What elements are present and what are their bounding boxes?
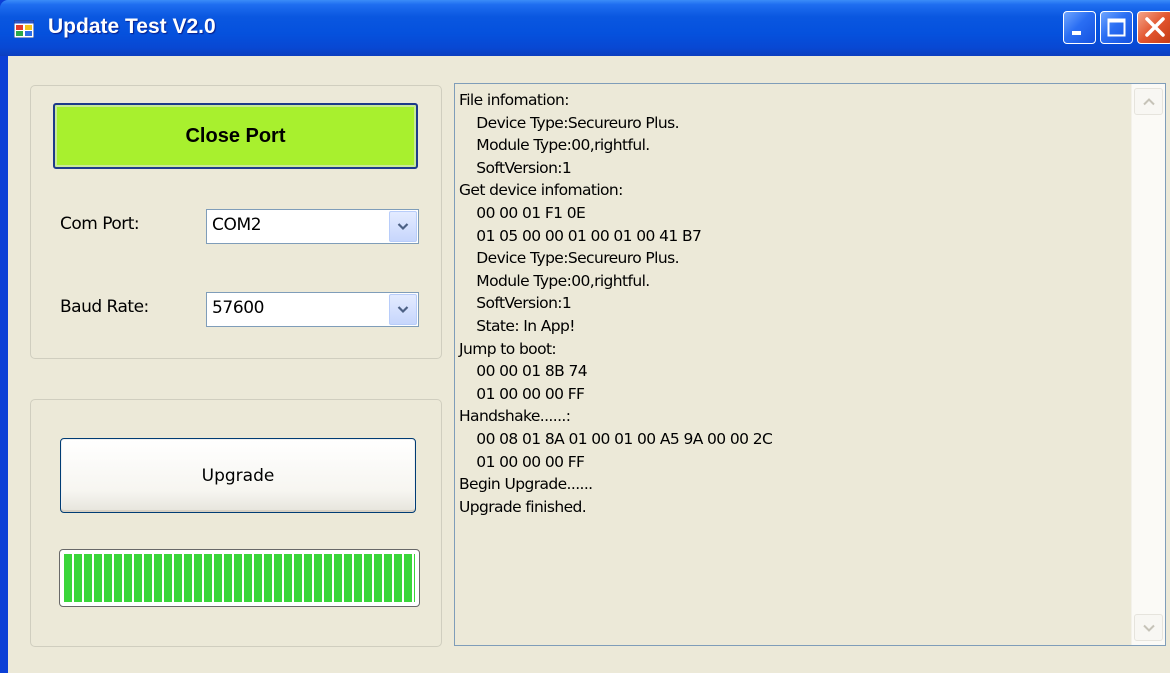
log-vertical-scrollbar[interactable] (1131, 84, 1165, 645)
app-window: Update Test V2.0 Close Port Com Port: CO… (0, 0, 1170, 673)
log-text: File infomation: Device Type:Secureuro P… (459, 91, 773, 516)
chevron-down-icon (397, 223, 409, 231)
com-port-dropdown-button[interactable] (389, 211, 417, 242)
upgrade-group (30, 399, 442, 647)
baud-rate-label: Baud Rate: (60, 297, 149, 317)
com-port-value: COM2 (212, 215, 262, 235)
maximize-button[interactable] (1100, 11, 1133, 44)
maximize-icon (1107, 18, 1126, 37)
chevron-down-icon (397, 306, 409, 314)
scroll-down-button[interactable] (1134, 614, 1163, 641)
minimize-icon (1072, 31, 1081, 35)
upgrade-progress-bar (59, 549, 420, 607)
title-bar[interactable]: Update Test V2.0 (0, 0, 1170, 56)
com-port-select[interactable]: COM2 (206, 209, 419, 244)
window-title: Update Test V2.0 (48, 15, 216, 38)
scroll-up-button[interactable] (1134, 88, 1163, 115)
upgrade-button[interactable]: Upgrade (60, 438, 416, 513)
com-port-label: Com Port: (60, 214, 140, 234)
log-textbox[interactable]: File infomation: Device Type:Secureuro P… (454, 83, 1166, 646)
baud-rate-dropdown-button[interactable] (389, 294, 417, 325)
close-button[interactable] (1137, 11, 1170, 44)
minimize-button[interactable] (1063, 11, 1096, 44)
close-port-button[interactable]: Close Port (53, 103, 418, 169)
scroll-down-arrow-icon (1142, 624, 1155, 632)
progress-fill (64, 554, 415, 602)
baud-rate-select[interactable]: 57600 (206, 292, 419, 327)
close-icon (1145, 17, 1165, 37)
app-window-icon (14, 20, 34, 38)
scroll-up-arrow-icon (1142, 97, 1155, 105)
client-area: Close Port Com Port: COM2 Baud Rate: 576… (8, 56, 1170, 673)
baud-rate-value: 57600 (212, 298, 265, 318)
